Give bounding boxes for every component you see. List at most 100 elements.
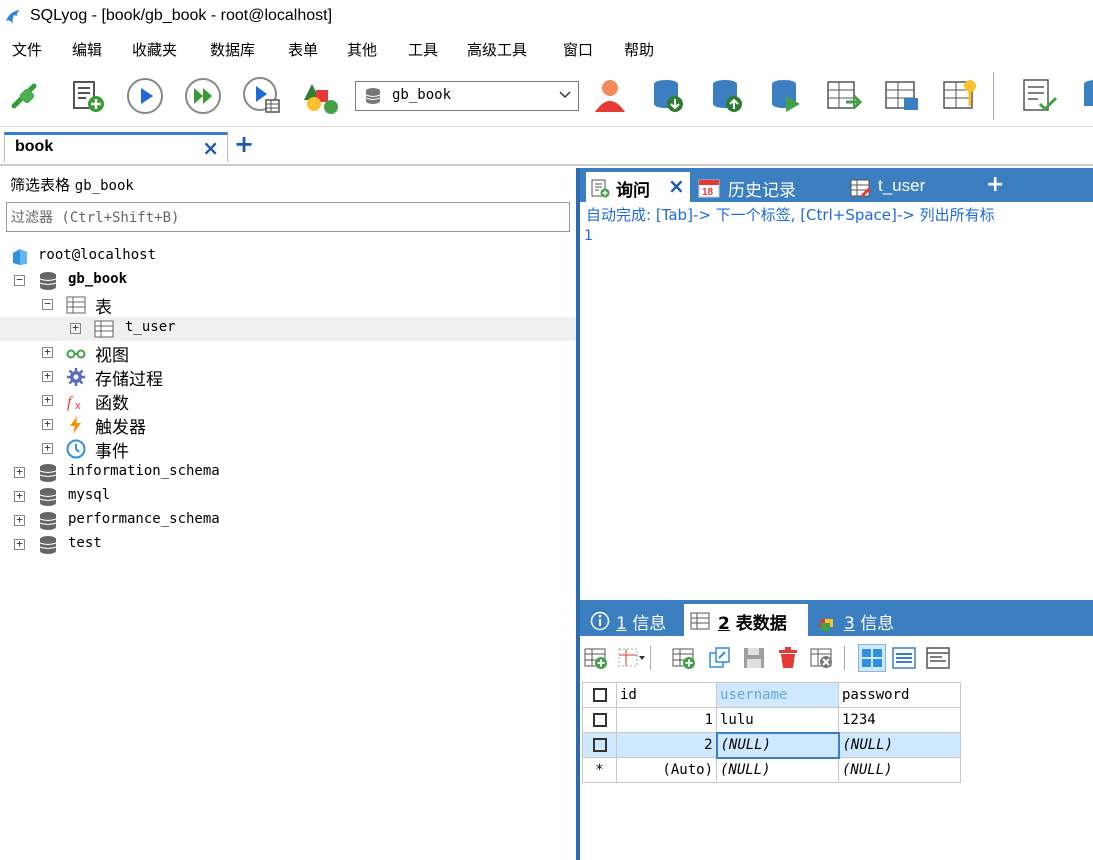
tab-t-user[interactable]: t_user — [846, 172, 976, 202]
tab-query[interactable]: 询问 × — [586, 172, 690, 202]
select-all-checkbox[interactable] — [582, 682, 617, 708]
filter-input[interactable]: 过滤器 (Ctrl+Shift+B) — [6, 202, 570, 232]
table-row[interactable]: 2 (NULL) (NULL) — [582, 731, 961, 759]
new-connection-tab-button[interactable]: + — [234, 130, 254, 158]
svg-text:18: 18 — [702, 187, 714, 198]
cell-password[interactable]: (NULL) — [838, 757, 961, 783]
chevron-down-icon[interactable] — [558, 87, 572, 101]
expand-icon[interactable]: + — [42, 418, 53, 430]
checkbox-icon[interactable] — [592, 738, 607, 752]
tree-table-t-user[interactable]: + t_user — [0, 317, 576, 341]
report-check-icon[interactable] — [1020, 76, 1060, 116]
expand-icon[interactable]: + — [14, 538, 25, 550]
cell-username[interactable]: (NULL) — [715, 731, 840, 759]
menu-advanced-tools[interactable]: 高级工具 — [467, 39, 527, 60]
tab-messages-1[interactable]: 1 信息 — [584, 604, 680, 636]
row-checkbox[interactable] — [582, 707, 617, 733]
insert-row-icon[interactable] — [584, 646, 608, 670]
database-select[interactable]: gb_book — [355, 81, 579, 111]
cell-id[interactable]: 1 — [616, 707, 717, 733]
execute-query-icon[interactable] — [125, 76, 165, 116]
tree-db-information-schema[interactable]: + information_schema — [0, 461, 576, 485]
tree-procedures[interactable]: + 存储过程 — [0, 365, 576, 390]
tree-tables-folder[interactable]: − 表 — [0, 293, 576, 318]
tree-db-mysql[interactable]: + mysql — [0, 485, 576, 509]
backup-db-icon[interactable] — [648, 76, 688, 116]
tree-db-test[interactable]: + test — [0, 533, 576, 557]
column-header-password[interactable]: password — [838, 682, 961, 708]
close-icon[interactable]: × — [668, 174, 685, 198]
cell-password[interactable]: (NULL) — [838, 732, 961, 758]
table-row[interactable]: 1 lulu 1234 — [582, 707, 961, 733]
menu-table[interactable]: 表单 — [288, 39, 318, 60]
cell-password[interactable]: 1234 — [838, 707, 961, 733]
expand-icon[interactable]: + — [14, 466, 25, 478]
text-view-icon[interactable] — [926, 646, 950, 670]
execute-edit-icon[interactable] — [242, 76, 282, 116]
column-header-username[interactable]: username — [716, 682, 839, 708]
menu-file[interactable]: 文件 — [12, 39, 42, 60]
duplicate-row-icon[interactable] — [708, 646, 732, 670]
filter-rows-dropdown-icon[interactable] — [618, 646, 646, 670]
menu-database[interactable]: 数据库 — [210, 39, 255, 60]
expand-icon[interactable]: + — [14, 514, 25, 526]
expand-icon[interactable]: + — [70, 322, 81, 334]
export-table-icon[interactable] — [824, 76, 864, 116]
add-row-icon[interactable] — [672, 646, 696, 670]
connection-tab-book[interactable]: book × — [4, 132, 228, 162]
tab-history[interactable]: 18 历史记录 — [694, 172, 844, 202]
form-view-icon[interactable] — [892, 646, 916, 670]
menu-window[interactable]: 窗口 — [563, 39, 593, 60]
tree-events[interactable]: + 事件 — [0, 437, 576, 462]
tree-connection-label: root@localhost — [38, 247, 157, 263]
menu-tools[interactable]: 工具 — [408, 39, 438, 60]
column-header-id[interactable]: id — [616, 682, 717, 708]
menu-edit[interactable]: 编辑 — [72, 39, 102, 60]
menu-other[interactable]: 其他 — [347, 39, 377, 60]
tab-number: 2 — [718, 614, 730, 634]
grid-view-icon[interactable] — [858, 644, 886, 672]
restore-db-icon[interactable] — [707, 76, 747, 116]
cell-id[interactable]: (Auto) — [616, 757, 717, 783]
tree-db-performance-schema[interactable]: + performance_schema — [0, 509, 576, 533]
cell-username[interactable]: (NULL) — [716, 757, 839, 783]
tab-number: 3 — [844, 614, 855, 634]
sync-db-icon[interactable] — [766, 76, 806, 116]
save-icon[interactable] — [742, 646, 766, 670]
table-key-icon[interactable] — [940, 76, 980, 116]
user-manager-icon[interactable] — [590, 76, 630, 116]
checkbox-icon[interactable] — [592, 688, 607, 702]
tree-functions[interactable]: + f x 函数 — [0, 389, 576, 414]
connect-plug-icon[interactable] — [8, 76, 48, 116]
expand-icon[interactable]: + — [42, 394, 53, 406]
new-query-icon[interactable] — [68, 76, 108, 116]
tree-connection[interactable]: root@localhost — [0, 245, 576, 269]
expand-icon[interactable]: + — [14, 490, 25, 502]
row-checkbox[interactable] — [582, 732, 617, 758]
cell-username[interactable]: lulu — [716, 707, 839, 733]
database-icon[interactable] — [1078, 76, 1093, 116]
table-row[interactable]: * (Auto) (NULL) (NULL) — [582, 757, 961, 783]
tab-table-data[interactable]: 2 表数据 — [684, 604, 808, 636]
cancel-changes-icon[interactable] — [810, 646, 834, 670]
cell-id[interactable]: 2 — [616, 732, 717, 758]
collapse-icon[interactable]: − — [14, 274, 25, 286]
table-structure-icon[interactable] — [882, 76, 922, 116]
close-icon[interactable]: × — [202, 136, 219, 160]
tree-views[interactable]: + 视图 — [0, 341, 576, 366]
collapse-icon[interactable]: − — [42, 298, 53, 310]
menu-help[interactable]: 帮助 — [624, 39, 654, 60]
delete-trash-icon[interactable] — [776, 646, 800, 670]
menu-bar: 文件 编辑 收藏夹 数据库 表单 其他 工具 高级工具 窗口 帮助 — [0, 36, 1093, 64]
expand-icon[interactable]: + — [42, 346, 53, 358]
tab-messages-3[interactable]: 3 信息 — [812, 604, 922, 636]
expand-icon[interactable]: + — [42, 370, 53, 382]
execute-all-icon[interactable] — [183, 76, 223, 116]
checkbox-icon[interactable] — [592, 713, 607, 727]
new-query-tab-button[interactable]: + — [986, 172, 1004, 197]
tree-triggers[interactable]: + 触发器 — [0, 413, 576, 438]
menu-favorites[interactable]: 收藏夹 — [132, 39, 177, 60]
tree-db-gb-book[interactable]: − gb_book — [0, 269, 576, 293]
schema-shapes-icon[interactable] — [300, 76, 340, 116]
expand-icon[interactable]: + — [42, 442, 53, 454]
